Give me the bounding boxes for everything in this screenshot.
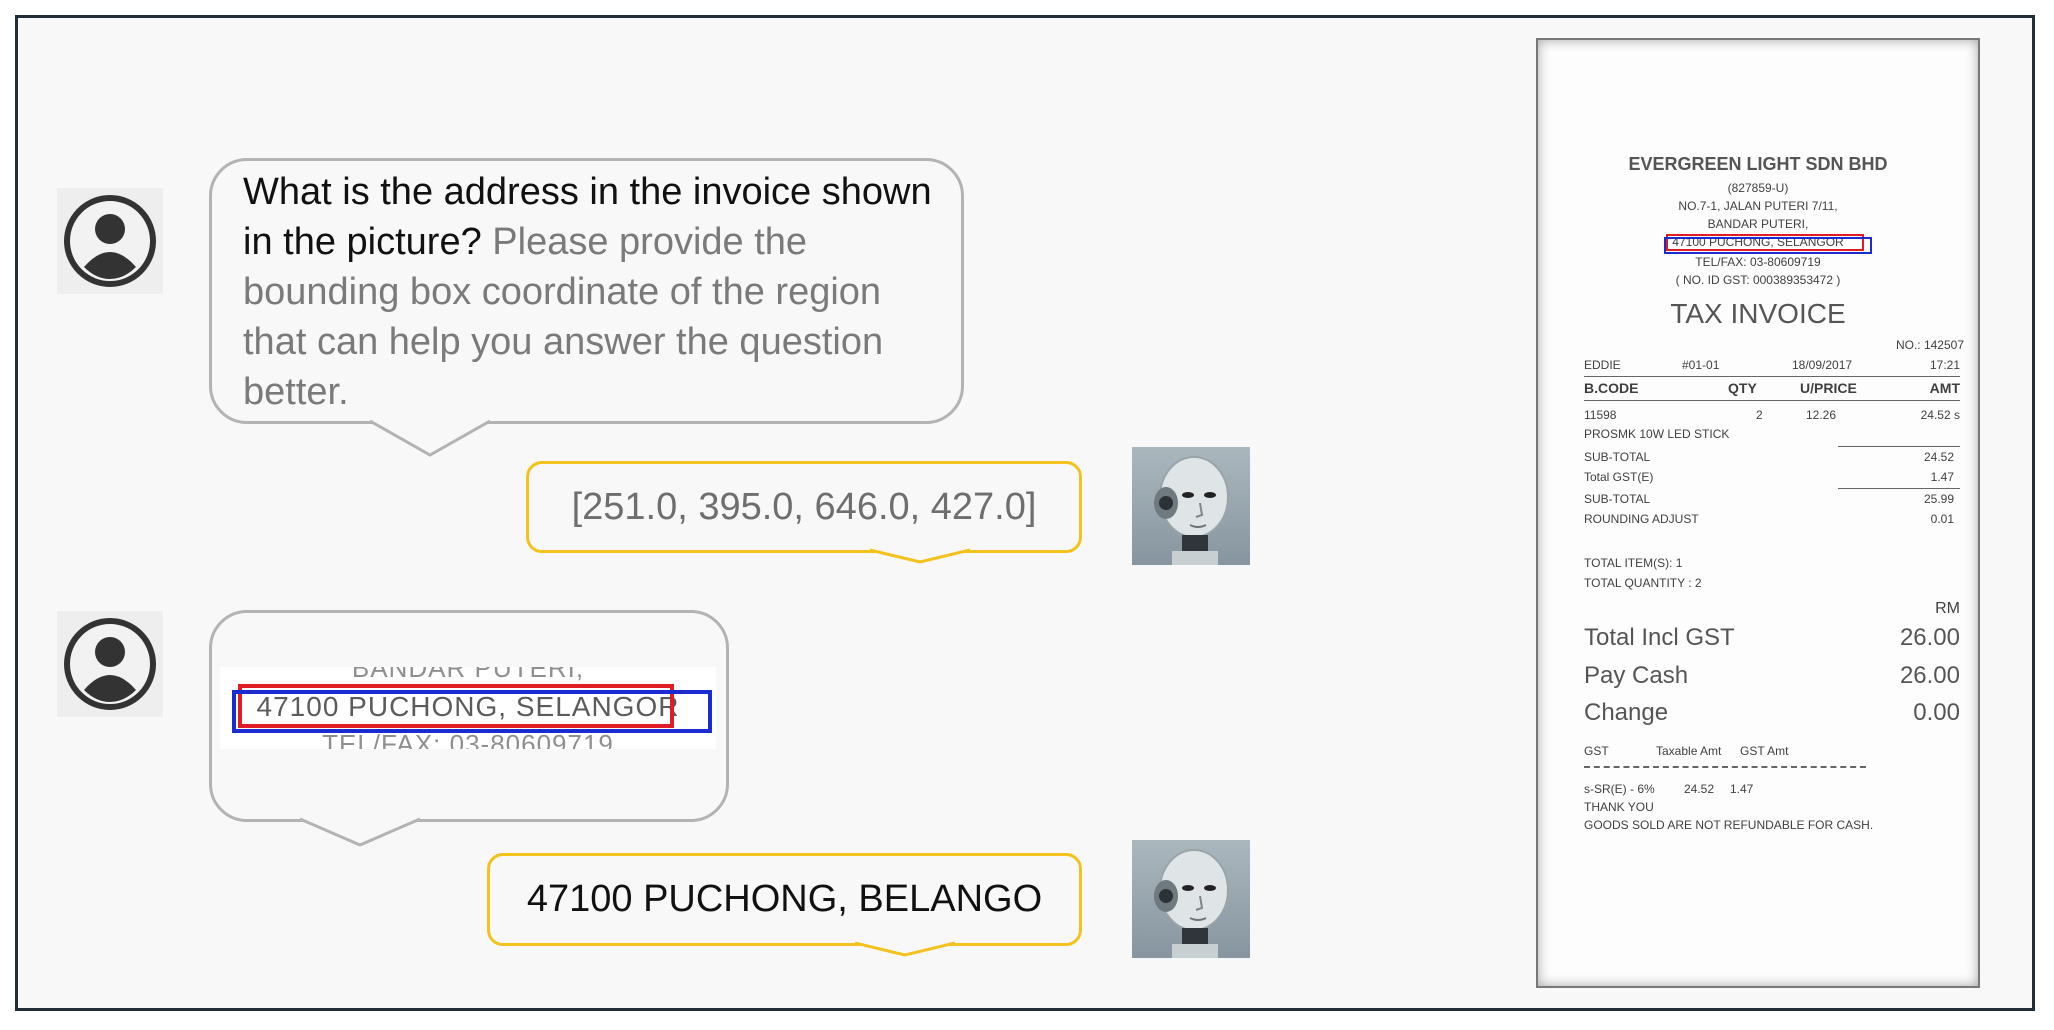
receipt-telfax: TEL/FAX: 03-80609719: [1695, 255, 1821, 269]
receipt-time: 17:21: [1929, 358, 1960, 372]
user-avatar-icon: [57, 188, 163, 294]
invoice-receipt-image: EVERGREEN LIGHT SDN BHD (827859-U) NO.7-…: [1536, 38, 1980, 988]
robot-avatar-icon: [1132, 447, 1250, 565]
receipt-col-qty: QTY: [1728, 380, 1757, 396]
receipt-pay-cash-value: 26.00: [1899, 662, 1960, 689]
receipt-divider-4: [1838, 488, 1960, 489]
receipt-total-incl-label: Total Incl GST: [1584, 624, 1735, 651]
question-bubble-tail: [370, 419, 490, 457]
answer-bubble-tail-2: [855, 941, 955, 957]
receipt-thank-you: THANK YOU: [1584, 800, 1654, 814]
receipt-total-gst-value: 1.47: [1930, 470, 1954, 484]
cropped-invoice-region: BANDAR PUTERI, 47100 PUCHONG, SELANGOR T…: [220, 667, 716, 749]
receipt-item-uprice: 12.26: [1806, 408, 1837, 422]
receipt-currency: RM: [1935, 600, 1960, 617]
receipt-subtotal2-value: 25.99: [1923, 492, 1954, 506]
receipt-counter: #01-01: [1682, 358, 1720, 372]
receipt-change-label: Change: [1584, 699, 1669, 726]
receipt-col-amt: AMT: [1929, 380, 1960, 396]
crop-bubble: BANDAR PUTERI, 47100 PUCHONG, SELANGOR T…: [209, 610, 729, 822]
receipt-divider-1: [1584, 376, 1960, 377]
robot-avatar-icon-2: [1132, 840, 1250, 958]
receipt-divider-5: [1584, 766, 1866, 768]
receipt-subtotal-value: 24.52: [1923, 450, 1954, 464]
receipt-total-items: TOTAL ITEM(S): 1: [1584, 556, 1683, 570]
blue-bounding-box: [232, 690, 712, 733]
user-avatar-icon-2: [57, 611, 163, 717]
receipt-blue-bounding-box: [1664, 237, 1872, 254]
receipt-subtotal-label: SUB-TOTAL: [1584, 450, 1651, 464]
receipt-item-qty: 2: [1756, 408, 1763, 422]
receipt-reg-no: (827859-U): [1727, 181, 1789, 195]
receipt-date: 18/09/2017: [1792, 358, 1853, 372]
receipt-total-quantity: TOTAL QUANTITY : 2: [1584, 576, 1702, 590]
crop-line-top: BANDAR PUTERI,: [351, 667, 585, 683]
receipt-invoice-no: NO.: 142507: [1895, 338, 1964, 352]
receipt-cashier: EDDIE: [1584, 358, 1621, 372]
question-text: What is the address in the invoice shown…: [243, 167, 943, 417]
receipt-total-gst-label: Total GST(E): [1584, 470, 1654, 484]
receipt-gstamt-col: GST Amt: [1740, 744, 1789, 758]
question-bubble: What is the address in the invoice shown…: [209, 158, 964, 424]
receipt-item-code: 11598: [1584, 408, 1617, 422]
receipt-gst-id: ( NO. ID GST: 000389353472 ): [1675, 273, 1841, 287]
receipt-total-incl-value: 26.00: [1899, 624, 1960, 651]
receipt-subtotal2-label: SUB-TOTAL: [1584, 492, 1651, 506]
receipt-col-bcode: B.CODE: [1584, 380, 1639, 396]
receipt-footer: GOODS SOLD ARE NOT REFUNDABLE FOR CASH.: [1584, 818, 1874, 832]
receipt-address-2: BANDAR PUTERI,: [1707, 217, 1809, 231]
crop-bubble-tail: [300, 817, 420, 847]
answer-bbox-text: [251.0, 395.0, 646.0, 427.0]: [571, 485, 1037, 528]
receipt-divider-2: [1584, 400, 1960, 401]
answer-bubble-bbox: [251.0, 395.0, 646.0, 427.0]: [526, 461, 1082, 553]
receipt-taxable-col: Taxable Amt: [1656, 744, 1722, 758]
answer-address-text: 47100 PUCHONG, BELANGO: [526, 878, 1043, 920]
receipt-rounding-label: ROUNDING ADJUST: [1584, 512, 1699, 526]
receipt-gst-col: GST: [1584, 744, 1609, 758]
receipt-title: TAX INVOICE: [1670, 298, 1846, 329]
receipt-company: EVERGREEN LIGHT SDN BHD: [1628, 154, 1888, 174]
receipt-change-value: 0.00: [1913, 699, 1960, 726]
answer-bubble-tail: [870, 548, 970, 564]
receipt-col-uprice: U/PRICE: [1800, 380, 1857, 396]
receipt-pay-cash-label: Pay Cash: [1584, 662, 1689, 689]
receipt-address-1: NO.7-1, JALAN PUTERI 7/11,: [1678, 199, 1838, 213]
receipt-item-desc: PROSMK 10W LED STICK: [1584, 427, 1730, 441]
receipt-rounding-value: 0.01: [1930, 512, 1954, 526]
receipt-gst-code: s-SR(E) - 6%: [1584, 782, 1655, 796]
receipt-item-amt: 24.52 s: [1920, 408, 1960, 422]
receipt-gst-amt: 1.47: [1730, 782, 1754, 796]
receipt-divider-3: [1838, 446, 1960, 447]
answer-bubble-address: 47100 PUCHONG, BELANGO: [487, 853, 1082, 946]
receipt-gst-taxable: 24.52: [1684, 782, 1715, 796]
